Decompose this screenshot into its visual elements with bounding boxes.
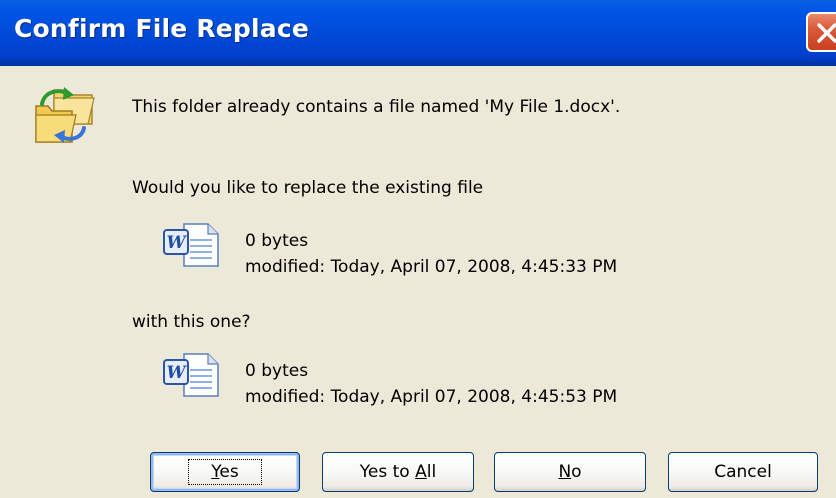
title-bar[interactable]: Confirm File Replace: [0, 0, 836, 66]
new-file-modified: modified: Today, April 07, 2008, 4:45:53…: [245, 387, 618, 407]
cancel-button[interactable]: Cancel: [668, 452, 818, 492]
replace-message: This folder already contains a file name…: [132, 97, 621, 117]
confirm-file-replace-dialog: Confirm File Replace This folder already…: [0, 0, 836, 498]
with-label: with this one?: [132, 312, 251, 332]
yes-button[interactable]: Yes: [150, 452, 300, 492]
svg-text:W: W: [166, 233, 187, 253]
word-document-icon: W: [162, 222, 224, 272]
yes-to-all-mnemonic: A: [415, 462, 427, 482]
close-icon: [817, 23, 836, 43]
window-title: Confirm File Replace: [14, 14, 310, 43]
focus-rectangle: Yes: [188, 459, 262, 485]
no-button[interactable]: No: [494, 452, 646, 492]
svg-text:W: W: [166, 363, 187, 383]
new-file-size: 0 bytes: [245, 361, 309, 381]
close-button[interactable]: [806, 12, 836, 52]
replace-question: Would you like to replace the existing f…: [132, 178, 484, 198]
existing-file-size: 0 bytes: [245, 231, 309, 251]
yes-to-all-button[interactable]: Yes to All: [322, 452, 474, 492]
word-document-icon: W: [162, 352, 224, 402]
folder-replace-icon: [32, 84, 100, 150]
existing-file-modified: modified: Today, April 07, 2008, 4:45:33…: [245, 257, 618, 277]
no-mnemonic: N: [558, 462, 572, 482]
